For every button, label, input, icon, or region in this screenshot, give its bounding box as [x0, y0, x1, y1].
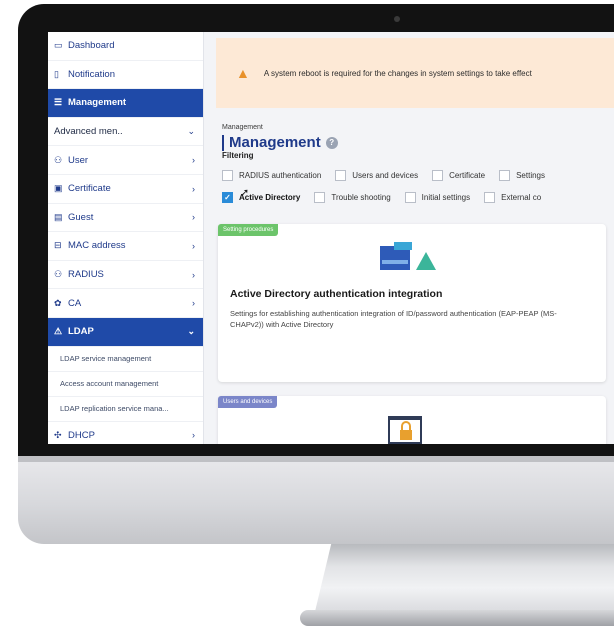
chevron-right-icon: › [192, 212, 195, 223]
filter-row-2: ✓ Active Directory Trouble shooting Init… [222, 192, 555, 203]
filtering-label: Filtering [222, 151, 254, 160]
sidebar-subitem-access-account[interactable]: Access account management [48, 371, 203, 397]
page-title-row: Management ? [222, 134, 338, 151]
sidebar-item-mac-address[interactable]: ⊟ MAC address › [48, 232, 203, 261]
filter-row-1: RADIUS authentication Users and devices … [222, 170, 559, 181]
sidebar-item-management[interactable]: ☰ Management [48, 89, 203, 118]
sidebar-item-label: User [68, 154, 89, 166]
filter-external[interactable]: External co [484, 192, 541, 203]
checkbox-checked[interactable]: ✓ [222, 192, 233, 203]
checkbox[interactable] [499, 170, 511, 181]
page-title: Management [229, 134, 321, 151]
sidebar-item-dhcp[interactable]: ✣ DHCP › [48, 422, 203, 444]
chevron-right-icon: › [192, 269, 195, 280]
filter-active-directory[interactable]: ✓ Active Directory [222, 192, 300, 203]
filter-trouble-shooting[interactable]: Trouble shooting [314, 192, 391, 203]
chin-shadow [18, 456, 614, 462]
title-accent-bar [222, 134, 224, 151]
sidebar: ▭ Dashboard ▯ Notification ☰ Management … [48, 32, 204, 444]
sidebar-item-advanced-menu[interactable]: Advanced men.. ⌄ [48, 118, 203, 147]
sidebar-item-label: Guest [68, 211, 94, 223]
sidebar-item-label: CA [68, 297, 82, 309]
sidebar-item-guest[interactable]: ▤ Guest › [48, 204, 203, 233]
filter-label: Certificate [449, 171, 486, 180]
card-tag: Users and devices [218, 396, 278, 408]
sidebar-subitem-ldap-service[interactable]: LDAP service management [48, 346, 203, 372]
screen: ▭ Dashboard ▯ Notification ☰ Management … [48, 32, 614, 444]
filter-label: Settings [516, 171, 545, 180]
filter-users-and-devices[interactable]: Users and devices [335, 170, 418, 181]
filter-label: Initial settings [421, 193, 471, 202]
checkbox[interactable] [335, 170, 347, 181]
chevron-down-icon: ⌄ [187, 326, 195, 337]
monitor-stand-base [300, 610, 614, 626]
sidebar-item-label: DHCP [68, 429, 95, 441]
warning-icon: ▲ [236, 65, 250, 81]
sidebar-item-ldap[interactable]: ⚠ LDAP ⌄ [48, 317, 203, 347]
sidebar-item-certificate[interactable]: ▣ Certificate › [48, 175, 203, 204]
server-illustration-icon [380, 242, 436, 270]
filter-certificate[interactable]: Certificate [432, 170, 485, 181]
chevron-right-icon: › [192, 430, 195, 441]
sidebar-item-dashboard[interactable]: ▭ Dashboard [48, 32, 203, 61]
monitor-chin [18, 456, 614, 544]
checkbox[interactable] [222, 170, 233, 181]
card-description: Settings for establishing authentication… [230, 309, 557, 329]
filter-label: External co [501, 193, 542, 202]
sidebar-item-user[interactable]: ⚇ User › [48, 146, 203, 175]
guide-card[interactable]: Users and devices [218, 396, 606, 444]
guide-card[interactable]: Setting procedures Active Directory auth… [218, 224, 606, 382]
card-title: Active Directory authentication integrat… [230, 288, 443, 300]
certificate-icon: ▣ [54, 183, 63, 194]
main-content: ▲ A system reboot is required for the ch… [204, 32, 614, 444]
reboot-alert: ▲ A system reboot is required for the ch… [216, 38, 614, 108]
filter-label: Users and devices [352, 171, 419, 180]
mac-address-icon: ⊟ [54, 240, 62, 251]
filter-radius-authentication[interactable]: RADIUS authentication [222, 170, 321, 181]
list-icon: ☰ [54, 97, 63, 108]
bell-icon: ▯ [54, 68, 59, 79]
filter-settings[interactable]: Settings [499, 170, 545, 181]
filter-label: RADIUS authentication [239, 171, 322, 180]
sidebar-item-label: Certificate [68, 183, 111, 195]
card-tag: Setting procedures [218, 224, 279, 236]
webcam-icon [394, 16, 400, 22]
ca-icon: ✿ [54, 297, 62, 308]
dhcp-icon: ✣ [54, 429, 62, 440]
filter-initial-settings[interactable]: Initial settings [404, 192, 471, 203]
sidebar-item-label: MAC address [68, 240, 126, 252]
checkbox[interactable] [404, 192, 416, 203]
guest-icon: ▤ [54, 211, 63, 222]
radius-icon: ⚇ [54, 269, 63, 280]
filter-label: Trouble shooting [331, 193, 391, 202]
sidebar-item-radius[interactable]: ⚇ RADIUS › [48, 261, 203, 290]
sidebar-item-notification[interactable]: ▯ Notification [48, 61, 203, 90]
alert-text: A system reboot is required for the chan… [263, 68, 532, 78]
ldap-icon: ⚠ [54, 326, 63, 337]
mouse-cursor-icon: ➚ [240, 187, 250, 199]
lock-illustration-icon [388, 416, 422, 444]
sidebar-item-label: Management [68, 97, 127, 109]
sidebar-item-label: Notification [68, 68, 115, 80]
help-icon[interactable]: ? [325, 136, 338, 149]
breadcrumb[interactable]: Management [222, 124, 263, 131]
chevron-right-icon: › [192, 183, 195, 194]
sidebar-subitem-ldap-replication[interactable]: LDAP replication service mana... [48, 396, 203, 422]
chevron-right-icon: › [192, 155, 195, 166]
sidebar-item-label: LDAP [68, 326, 94, 338]
user-icon: ⚇ [54, 154, 63, 165]
checkbox[interactable] [314, 192, 326, 203]
chevron-down-icon: ⌄ [187, 126, 195, 137]
sidebar-item-label: RADIUS [68, 269, 104, 281]
chevron-right-icon: › [192, 240, 195, 251]
sidebar-item-ca[interactable]: ✿ CA › [48, 289, 203, 318]
sidebar-item-label: Advanced men.. [54, 126, 123, 138]
sidebar-item-label: Dashboard [68, 40, 115, 52]
chevron-right-icon: › [192, 298, 195, 309]
checkbox[interactable] [484, 192, 496, 203]
checkbox[interactable] [432, 170, 444, 181]
dashboard-icon: ▭ [54, 40, 63, 51]
